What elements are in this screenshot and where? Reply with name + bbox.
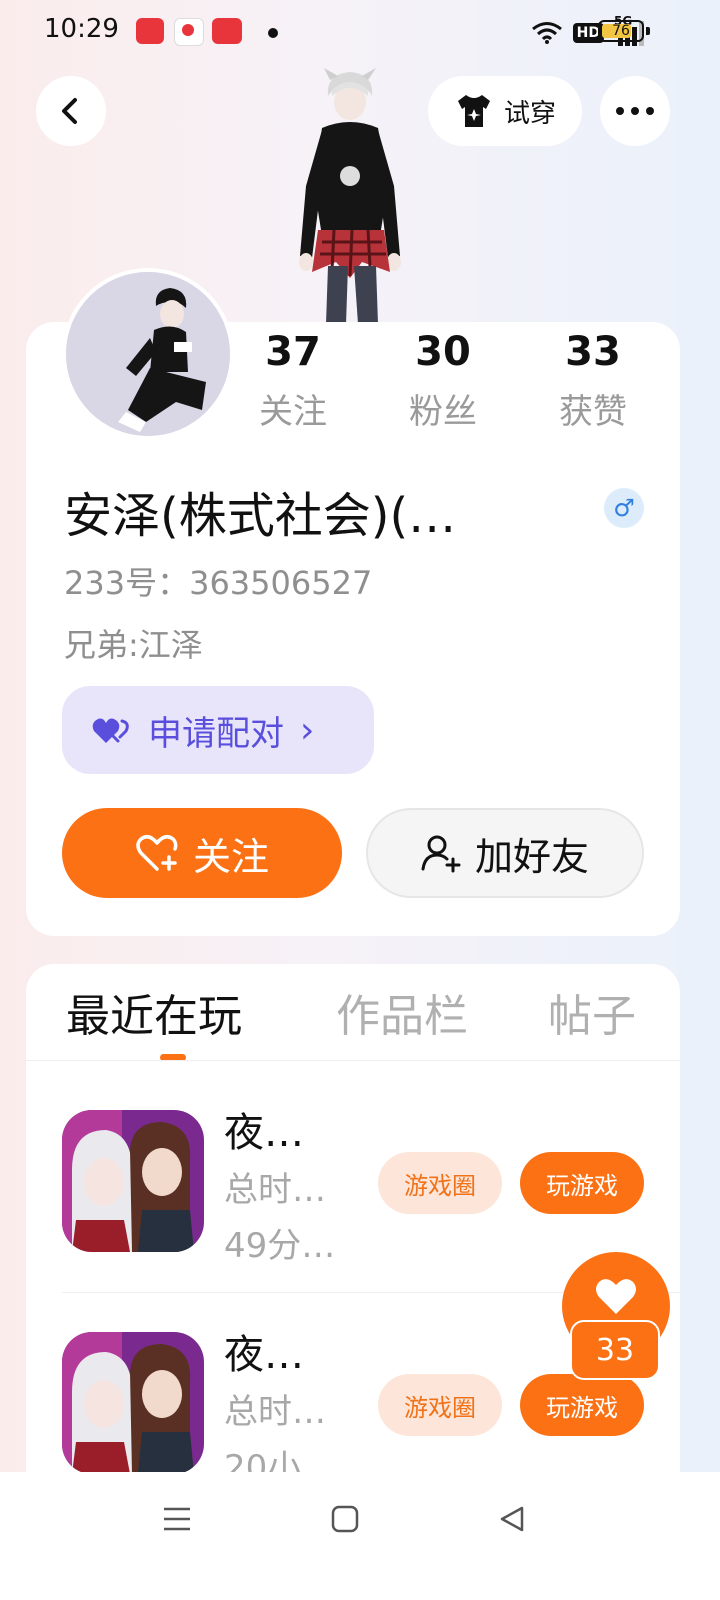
- follow-label: 关注: [192, 834, 269, 879]
- avatar-image: [66, 272, 230, 436]
- heart-plus-icon: [136, 835, 178, 871]
- like-count: 33: [570, 1320, 660, 1380]
- more-dots-icon: [616, 107, 654, 115]
- notification-dot: [268, 28, 278, 38]
- game-circle-button[interactable]: 游戏圈: [378, 1374, 502, 1436]
- game-playtime-label: 总时…: [224, 1392, 326, 1432]
- username: 安泽(株式社会)(…: [64, 488, 457, 544]
- pair-label: 申请配对: [148, 713, 284, 754]
- chevron-left-icon: [62, 98, 77, 124]
- game-playtime-label: 总时…: [224, 1170, 326, 1210]
- status-app-icon: [174, 18, 204, 46]
- status-bar: 10:29 HD 5G 76: [0, 0, 720, 64]
- play-game-button[interactable]: 玩游戏: [520, 1374, 644, 1436]
- stat-label: 关注: [259, 392, 327, 432]
- stat-following[interactable]: 37 关注: [218, 330, 368, 433]
- game-icon[interactable]: [62, 1110, 204, 1252]
- game-title[interactable]: 夜…: [224, 1100, 304, 1158]
- follow-button[interactable]: 关注: [62, 808, 342, 898]
- stat-likes[interactable]: 33 获赞: [518, 330, 668, 433]
- home-icon[interactable]: [330, 1504, 360, 1534]
- more-button[interactable]: [600, 76, 670, 146]
- game-playtime-value: 49分…: [224, 1226, 336, 1266]
- tab-divider: [26, 1060, 680, 1061]
- stat-value: 37: [265, 329, 321, 375]
- stat-value: 30: [415, 329, 471, 375]
- gender-male-icon: ♂: [604, 488, 644, 528]
- add-friend-label: 加好友: [474, 834, 589, 879]
- heart-icon: [596, 1279, 636, 1314]
- tab-posts[interactable]: 帖子: [548, 980, 636, 1044]
- tshirt-icon: [457, 95, 490, 127]
- tab-recently-played[interactable]: 最近在玩: [66, 980, 242, 1044]
- stat-label: 粉丝: [409, 392, 477, 432]
- user-id[interactable]: 233号：363506527: [64, 558, 372, 604]
- add-friend-button[interactable]: 加好友: [366, 808, 644, 898]
- menu-icon[interactable]: [162, 1504, 192, 1534]
- stat-value: 33: [565, 329, 621, 375]
- try-on-button[interactable]: 试穿: [428, 76, 582, 146]
- stat-label: 获赞: [559, 392, 627, 432]
- game-circle-button[interactable]: 游戏圈: [378, 1152, 502, 1214]
- person-add-icon: [421, 835, 461, 873]
- game-title[interactable]: 夜…: [224, 1322, 304, 1380]
- request-pair-button[interactable]: 申请配对 ›: [62, 686, 374, 774]
- system-nav-bar: [0, 1472, 720, 1600]
- back-triangle-icon[interactable]: [498, 1504, 528, 1534]
- battery-icon: 76: [598, 20, 644, 42]
- character-model[interactable]: [288, 66, 414, 324]
- status-app-icon: [212, 18, 242, 44]
- double-heart-icon: [92, 718, 129, 743]
- status-app-icon: [136, 18, 164, 44]
- back-button[interactable]: [36, 76, 106, 146]
- battery-tip: [646, 27, 650, 35]
- status-time: 10:29: [44, 14, 119, 44]
- chevron-right-icon: ›: [300, 709, 315, 751]
- user-bio: 兄弟:江泽: [64, 626, 203, 664]
- tab-works[interactable]: 作品栏: [336, 980, 468, 1044]
- play-game-button[interactable]: 玩游戏: [520, 1152, 644, 1214]
- try-on-label: 试穿: [503, 98, 556, 129]
- game-icon[interactable]: [62, 1332, 204, 1474]
- avatar[interactable]: [62, 268, 234, 440]
- stat-fans[interactable]: 30 粉丝: [368, 330, 518, 433]
- wifi-icon: [531, 22, 562, 44]
